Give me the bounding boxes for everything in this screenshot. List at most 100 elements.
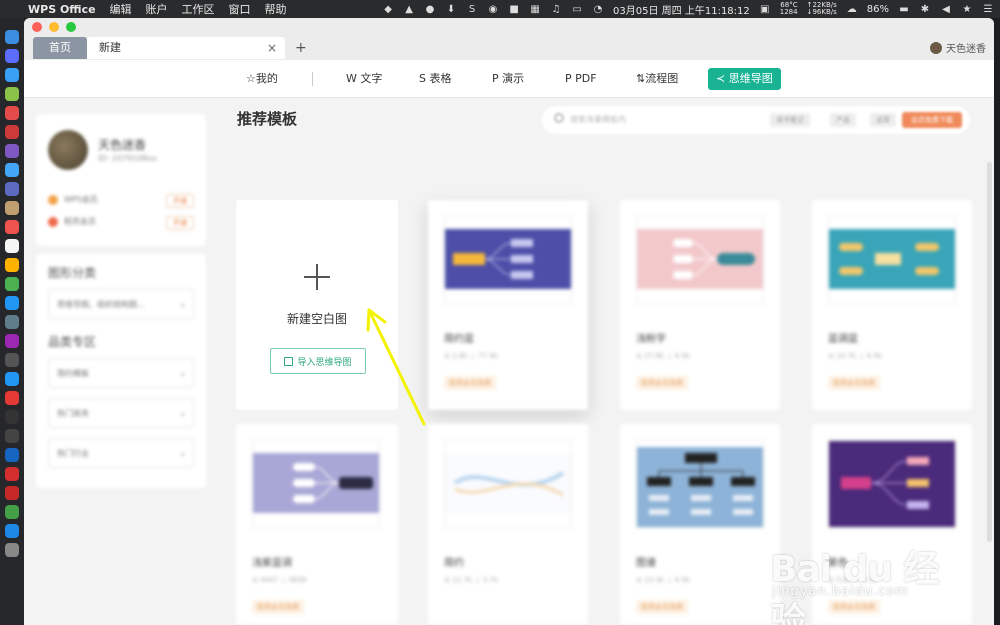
vivaldi-icon[interactable] [5,391,19,405]
close-tab-icon[interactable]: × [267,37,277,59]
search-input[interactable]: 搜索海量模板内 [570,114,626,125]
menu-account[interactable]: 账户 [146,1,168,17]
grid-icon[interactable]: ▦ [529,3,541,15]
volume-icon[interactable]: ◀ [940,3,952,15]
template-card[interactable]: 浅紫蓝调 ◎ 4447 ⊥ 4838 稻壳会员免费 [236,424,398,625]
nav-icon[interactable]: ▲ [403,3,415,15]
page-title: 推荐模板 [237,110,298,128]
template-card[interactable]: 简约蓝 ◎ 2.8k ⊥ 77.4k 稻壳会员免费 [428,200,588,410]
maximize-window-icon[interactable] [66,22,76,32]
vpn-icon[interactable] [5,448,19,462]
add-tab-icon[interactable]: + [295,37,307,59]
music-icon[interactable]: ♫ [550,3,562,15]
window-controls [32,22,76,32]
activity-icon[interactable] [5,429,19,443]
chat-icon[interactable]: ▭ [571,3,583,15]
template-card[interactable]: 浅粉字 ◎ 27.6k ⊥ 4.5k 稻壳会员免费 [620,200,780,410]
template-preview [445,229,571,289]
featured-row[interactable]: 简约模板 [48,358,194,389]
toolbar-mindmap[interactable]: ≺ 思维导图 [708,68,781,90]
import-mindmap-label: 导入思维导图 [297,357,352,368]
podcast-icon[interactable] [5,334,19,348]
cloud-icon[interactable]: ☁ [846,3,858,15]
toolbar-mine[interactable]: ☆我的 [246,69,278,89]
member-open-button[interactable]: 开通 [166,216,194,230]
wechat-icon[interactable] [5,505,19,519]
member-download-button[interactable]: 会员免费下载 [902,112,962,128]
wps-tray-icon[interactable]: ▣ [759,3,771,15]
member-open-button[interactable]: 开通 [166,194,194,208]
app-grey-icon[interactable] [5,315,19,329]
new-blank-label[interactable]: 新建空白图 [236,310,398,327]
battery-icon[interactable]: ▬ [898,3,910,15]
template-card[interactable]: 简约 ◎ 11.7k ⊥ 3.7k [428,424,588,625]
wps-dock-icon[interactable] [5,524,19,538]
s-app-icon[interactable]: S [466,3,478,15]
import-mindmap-button[interactable]: 导入思维导图 [270,348,366,374]
preview-icon[interactable] [5,182,19,196]
profile-id: ID: 2079108xx [98,154,157,163]
safari-icon[interactable] [5,68,19,82]
app-blue-icon[interactable] [5,163,19,177]
chrome-icon[interactable] [5,106,19,120]
toolbar-sheet[interactable]: S 表格 [419,69,451,89]
s-box-icon[interactable]: ■ [508,3,520,15]
toolbar-text[interactable]: W 文字 [346,69,382,89]
launchpad-icon[interactable] [5,49,19,63]
netease-music-icon[interactable] [5,486,19,500]
minimize-window-icon[interactable] [49,22,59,32]
search-tag[interactable]: 运营 [870,113,896,127]
template-search[interactable]: 搜索海量模板内 读书笔记 产品 运营 会员免费下载 [542,106,970,134]
ghost-icon[interactable]: ◉ [487,3,499,15]
control-center-icon[interactable]: ☰ [982,3,994,15]
menu-help[interactable]: 帮助 [265,1,287,17]
notes-icon[interactable] [5,201,19,215]
trash-icon[interactable] [5,543,19,557]
app-name-menu[interactable]: WPS Office [28,3,96,16]
search-tag[interactable]: 产品 [830,113,856,127]
circle-app-icon[interactable]: ● [424,3,436,15]
app-purple-icon[interactable] [5,144,19,158]
terminal-icon[interactable] [5,410,19,424]
avatar[interactable] [48,130,88,170]
scrollbar[interactable] [987,162,992,542]
close-window-icon[interactable] [32,22,42,32]
toolbar-pdf[interactable]: P PDF [565,69,597,89]
download-icon[interactable]: ⬇ [445,3,457,15]
mindmap-preview-graphic [453,471,565,497]
star-icon[interactable]: ★ [961,3,973,15]
plus-icon[interactable] [304,264,330,290]
bluetooth-icon[interactable]: ✱ [919,3,931,15]
tab-home[interactable]: 首页 [33,37,87,59]
appstore-icon[interactable] [5,372,19,386]
clock[interactable]: 03月05日 周四 上午11:18:12 [613,2,750,17]
messages-icon[interactable] [5,277,19,291]
yandex-icon[interactable] [5,467,19,481]
search-tag[interactable]: 读书笔记 [770,113,810,127]
toolbar-present[interactable]: P 演示 [492,69,524,89]
menu-workspace[interactable]: 工作区 [182,1,215,17]
speedometer-icon[interactable]: ◔ [592,3,604,15]
user-corner[interactable]: 天色迷香 [930,40,986,55]
flowchart-icon: ⇅ [636,72,646,85]
new-blank-card[interactable]: 新建空白图 导入思维导图 [236,200,398,410]
category-select[interactable]: 思维导图、组织结构图... [48,289,194,320]
app-red-icon[interactable] [5,125,19,139]
toolbar-flowchart[interactable]: ⇅流程图 [636,69,678,89]
tab-new[interactable]: 新建 × [87,37,285,59]
mail-icon[interactable] [5,296,19,310]
featured-row[interactable]: 热门行业 [48,438,194,469]
menu-edit[interactable]: 编辑 [110,1,132,17]
appletv-icon[interactable] [5,353,19,367]
reminders-icon[interactable] [5,239,19,253]
android-icon[interactable] [5,87,19,101]
template-card[interactable]: 图谱 ◎ 13.3k ⊥ 4.5k 稻壳会员免费 [620,424,780,625]
template-card[interactable]: 蓝调蓝 ◎ 10.7k ⊥ 4.4k 稻壳会员免费 [812,200,972,410]
calendar-icon[interactable] [5,220,19,234]
finder-icon[interactable] [5,30,19,44]
fox-icon[interactable]: ◆ [382,3,394,15]
featured-row[interactable]: 热门商务 [48,398,194,429]
photos-icon[interactable] [5,258,19,272]
member-row-wps: WPS会员 [48,194,98,205]
menu-window[interactable]: 窗口 [229,1,251,17]
